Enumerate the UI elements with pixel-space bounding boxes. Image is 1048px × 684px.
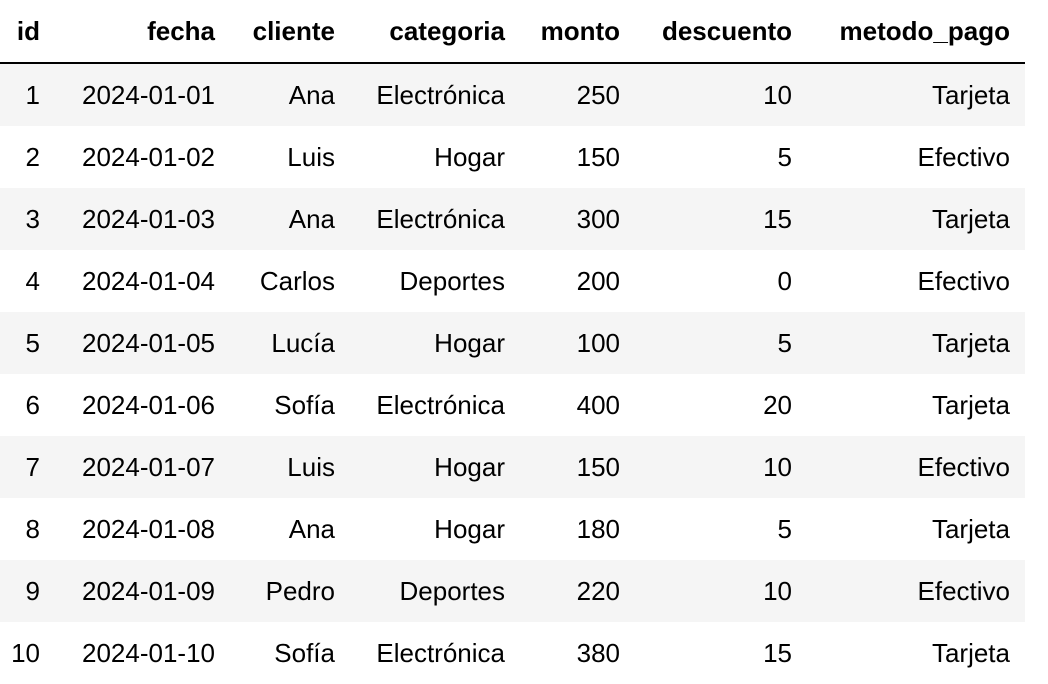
cell-descuento: 5 <box>635 498 807 560</box>
table-body: 1 2024-01-01 Ana Electrónica 250 10 Tarjeta 2 20… <box>0 63 1025 684</box>
cell-descuento: 10 <box>635 560 807 622</box>
table-row: 9 2024-01-09 Pedro Deportes 220 10 Efectivo <box>0 560 1025 622</box>
cell-categoria: Electrónica <box>350 374 520 436</box>
cell-fecha: 2024-01-03 <box>55 188 230 250</box>
table-row: 8 2024-01-08 Ana Hogar 180 5 Tarjeta <box>0 498 1025 560</box>
cell-categoria: Electrónica <box>350 622 520 684</box>
cell-fecha: 2024-01-02 <box>55 126 230 188</box>
cell-monto: 150 <box>520 436 635 498</box>
cell-metodo-pago: Efectivo <box>807 126 1025 188</box>
column-header-cliente: cliente <box>230 0 350 64</box>
cell-id: 1 <box>0 63 55 126</box>
cell-cliente: Pedro <box>230 560 350 622</box>
cell-id: 9 <box>0 560 55 622</box>
cell-descuento: 5 <box>635 126 807 188</box>
cell-cliente: Sofía <box>230 622 350 684</box>
cell-monto: 300 <box>520 188 635 250</box>
cell-categoria: Hogar <box>350 498 520 560</box>
cell-id: 3 <box>0 188 55 250</box>
cell-id: 2 <box>0 126 55 188</box>
column-header-id: id <box>0 0 55 64</box>
column-header-descuento: descuento <box>635 0 807 64</box>
cell-id: 4 <box>0 250 55 312</box>
cell-fecha: 2024-01-08 <box>55 498 230 560</box>
cell-metodo-pago: Tarjeta <box>807 188 1025 250</box>
table-row: 7 2024-01-07 Luis Hogar 150 10 Efectivo <box>0 436 1025 498</box>
cell-metodo-pago: Tarjeta <box>807 498 1025 560</box>
cell-fecha: 2024-01-09 <box>55 560 230 622</box>
cell-monto: 250 <box>520 63 635 126</box>
cell-cliente: Ana <box>230 498 350 560</box>
table-row: 4 2024-01-04 Carlos Deportes 200 0 Efectivo <box>0 250 1025 312</box>
cell-monto: 100 <box>520 312 635 374</box>
cell-fecha: 2024-01-06 <box>55 374 230 436</box>
cell-categoria: Hogar <box>350 436 520 498</box>
table-row: 5 2024-01-05 Lucía Hogar 100 5 Tarjeta <box>0 312 1025 374</box>
cell-monto: 200 <box>520 250 635 312</box>
cell-id: 6 <box>0 374 55 436</box>
cell-cliente: Carlos <box>230 250 350 312</box>
table-row: 1 2024-01-01 Ana Electrónica 250 10 Tarjeta <box>0 63 1025 126</box>
cell-monto: 380 <box>520 622 635 684</box>
column-header-categoria: categoria <box>350 0 520 64</box>
cell-descuento: 15 <box>635 622 807 684</box>
table-header: id fecha cliente categoria monto descuen… <box>0 0 1025 64</box>
cell-descuento: 0 <box>635 250 807 312</box>
cell-categoria: Electrónica <box>350 63 520 126</box>
cell-cliente: Ana <box>230 63 350 126</box>
cell-metodo-pago: Tarjeta <box>807 312 1025 374</box>
cell-id: 7 <box>0 436 55 498</box>
cell-metodo-pago: Efectivo <box>807 436 1025 498</box>
cell-fecha: 2024-01-07 <box>55 436 230 498</box>
cell-id: 8 <box>0 498 55 560</box>
column-header-fecha: fecha <box>55 0 230 64</box>
table-row: 10 2024-01-10 Sofía Electrónica 380 15 Tarjeta <box>0 622 1025 684</box>
cell-descuento: 20 <box>635 374 807 436</box>
dataframe-table-container: id fecha cliente categoria monto descuen… <box>0 0 1025 684</box>
cell-cliente: Ana <box>230 188 350 250</box>
cell-cliente: Luis <box>230 126 350 188</box>
cell-metodo-pago: Tarjeta <box>807 374 1025 436</box>
cell-descuento: 10 <box>635 63 807 126</box>
cell-monto: 400 <box>520 374 635 436</box>
column-header-monto: monto <box>520 0 635 64</box>
column-header-metodo-pago: metodo_pago <box>807 0 1025 64</box>
cell-id: 10 <box>0 622 55 684</box>
cell-fecha: 2024-01-04 <box>55 250 230 312</box>
cell-id: 5 <box>0 312 55 374</box>
cell-metodo-pago: Tarjeta <box>807 63 1025 126</box>
cell-monto: 150 <box>520 126 635 188</box>
cell-descuento: 5 <box>635 312 807 374</box>
cell-monto: 220 <box>520 560 635 622</box>
cell-metodo-pago: Tarjeta <box>807 622 1025 684</box>
dataframe-table: id fecha cliente categoria monto descuen… <box>0 0 1025 684</box>
cell-categoria: Hogar <box>350 126 520 188</box>
header-row: id fecha cliente categoria monto descuen… <box>0 0 1025 64</box>
cell-cliente: Sofía <box>230 374 350 436</box>
cell-categoria: Deportes <box>350 560 520 622</box>
cell-cliente: Lucía <box>230 312 350 374</box>
cell-fecha: 2024-01-05 <box>55 312 230 374</box>
cell-fecha: 2024-01-01 <box>55 63 230 126</box>
table-row: 3 2024-01-03 Ana Electrónica 300 15 Tarjeta <box>0 188 1025 250</box>
cell-metodo-pago: Efectivo <box>807 560 1025 622</box>
table-row: 6 2024-01-06 Sofía Electrónica 400 20 Tarjeta <box>0 374 1025 436</box>
table-row: 2 2024-01-02 Luis Hogar 150 5 Efectivo <box>0 126 1025 188</box>
cell-fecha: 2024-01-10 <box>55 622 230 684</box>
cell-categoria: Hogar <box>350 312 520 374</box>
cell-cliente: Luis <box>230 436 350 498</box>
cell-categoria: Electrónica <box>350 188 520 250</box>
cell-descuento: 15 <box>635 188 807 250</box>
cell-monto: 180 <box>520 498 635 560</box>
cell-descuento: 10 <box>635 436 807 498</box>
cell-categoria: Deportes <box>350 250 520 312</box>
cell-metodo-pago: Efectivo <box>807 250 1025 312</box>
